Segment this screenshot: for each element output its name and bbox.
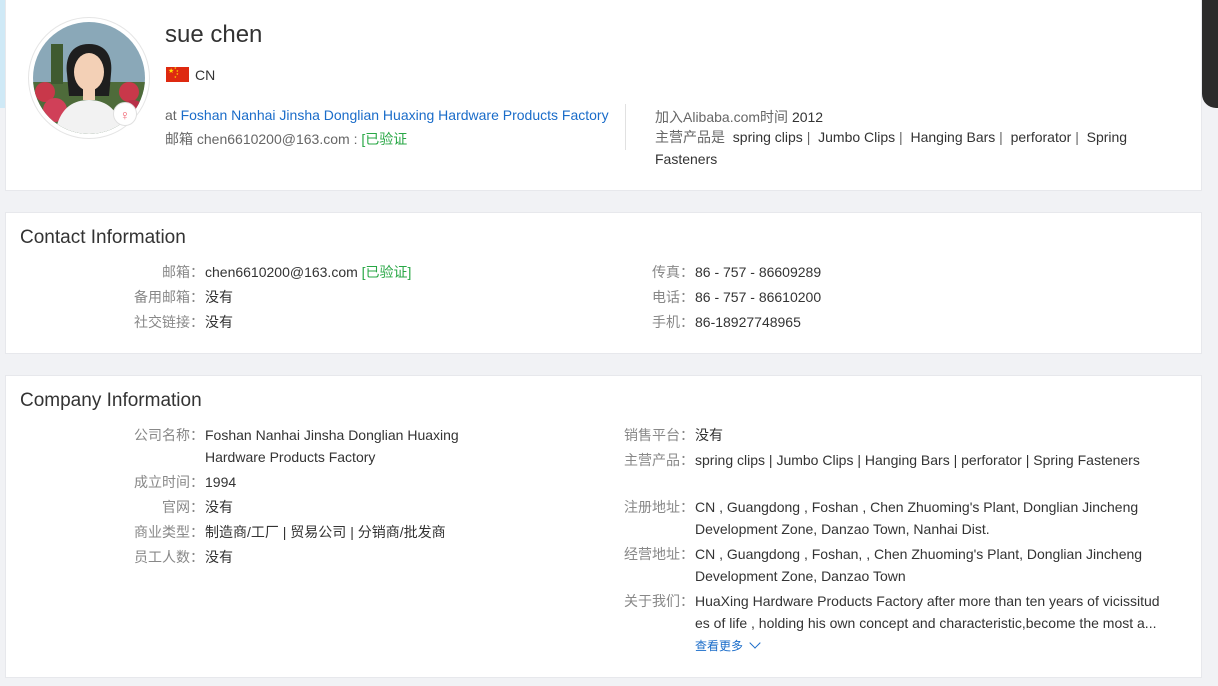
main-products-label-cell: 主营产品： (6, 449, 694, 471)
phone: 86 - 757 - 86610200 (695, 286, 821, 308)
product-item: spring clips (732, 129, 803, 145)
about-us: HuaXing Hardware Products Factory after … (695, 590, 1175, 634)
field-label: 传真： (652, 264, 694, 280)
field-value: CN , Guangdong , Foshan , Chen Zhuoming'… (695, 499, 1139, 537)
product-item: Hanging Bars (910, 129, 996, 145)
field-value: HuaXing Hardware Products Factory after … (695, 593, 1160, 631)
field-value: 86 - 757 - 86609289 (695, 264, 822, 280)
profile-card: ♀ sue chen ★ ★ ★ ★ ★ CN at Foshan Nanhai… (5, 0, 1202, 191)
field-value: 1994 (205, 474, 237, 490)
company-title: Company Information (20, 390, 202, 411)
view-more-link[interactable]: 查看更多 (695, 637, 761, 654)
contact-card: Contact Information 邮箱： chen6610200@163.… (5, 212, 1202, 354)
company-card: Company Information 公司名称： Foshan Nanhai … (5, 375, 1202, 678)
field-label: 关于我们： (624, 593, 694, 609)
sales-platform-label-cell: 销售平台： (6, 424, 694, 446)
products-label: 主营产品是 (655, 129, 725, 145)
field-value: 没有 (695, 427, 723, 443)
operating-address: CN , Guangdong , Foshan, , Chen Zhuoming… (695, 543, 1175, 587)
email-line: 邮箱 chen6610200@163.com : [已验证 (165, 131, 408, 147)
field-label: 成立时间： (134, 474, 204, 490)
operating-address-label-cell: 经营地址： (6, 543, 694, 565)
joined-year: 2012 (791, 109, 824, 125)
chevron-down-icon (749, 637, 761, 649)
female-icon: ♀ (113, 102, 137, 126)
fax: 86 - 757 - 86609289 (695, 261, 821, 283)
field-value: 86 - 757 - 86610200 (695, 289, 822, 305)
joined-line: 加入Alibaba.com时间 2012 (655, 107, 823, 127)
business-type: 制造商/工厂 | 贸易公司 | 分销商/批发商 (205, 521, 446, 543)
company-link[interactable]: Foshan Nanhai Jinsha Donglian Huaxing Ha… (181, 107, 609, 123)
avatar[interactable]: ♀ (28, 17, 150, 139)
business-type-label-cell: 商业类型： (6, 521, 204, 543)
company-line: at Foshan Nanhai Jinsha Donglian Huaxing… (165, 107, 609, 123)
field-label: 经营地址： (624, 546, 694, 562)
field-label: 主营产品： (624, 452, 694, 468)
view-more-label: 查看更多 (695, 639, 744, 653)
phone-label-cell: 电话： (6, 286, 694, 308)
founded-label-cell: 成立时间： (6, 471, 204, 493)
founded-year: 1994 (205, 471, 236, 493)
field-label: 销售平台： (624, 427, 694, 443)
email-value: chen6610200@163.com (196, 131, 350, 147)
sales-platform: 没有 (695, 424, 723, 446)
registered-address: CN , Guangdong , Foshan , Chen Zhuoming'… (695, 496, 1175, 540)
background-strip-right (1202, 0, 1218, 108)
joined-label: 加入Alibaba.com时间 (655, 109, 789, 125)
product-item: Jumbo Clips (818, 129, 896, 145)
field-value: 86-18927748965 (695, 314, 801, 330)
verified-badge: [已验证 (361, 131, 408, 147)
field-value: spring clips | Jumbo Clips | Hanging Bar… (695, 452, 1140, 468)
company-prefix: at (165, 107, 177, 123)
field-value: 制造商/工厂 | 贸易公司 | 分销商/批发商 (205, 524, 446, 540)
field-label: 商业类型： (134, 524, 204, 540)
divider (625, 104, 626, 150)
main-products-value: spring clips | Jumbo Clips | Hanging Bar… (695, 449, 1175, 471)
user-name: sue chen (165, 21, 263, 48)
contact-title: Contact Information (20, 227, 186, 248)
main-products: 主营产品是 spring clips | Jumbo Clips | Hangi… (655, 129, 1128, 167)
field-label: 注册地址： (624, 499, 694, 515)
field-label: 电话： (652, 289, 694, 305)
product-item: perforator (1010, 129, 1072, 145)
country-code: CN (195, 67, 216, 83)
field-label: 手机： (652, 314, 694, 330)
mobile-label-cell: 手机： (6, 311, 694, 333)
about-label-cell: 关于我们： (6, 590, 694, 612)
china-flag-icon: ★ ★ ★ ★ ★ (166, 67, 189, 82)
registered-address-label-cell: 注册地址： (6, 496, 694, 518)
email-label: 邮箱 (165, 131, 193, 147)
fax-label-cell: 传真： (6, 261, 694, 283)
field-value: CN , Guangdong , Foshan, , Chen Zhuoming… (695, 546, 1143, 584)
mobile: 86-18927748965 (695, 311, 801, 333)
